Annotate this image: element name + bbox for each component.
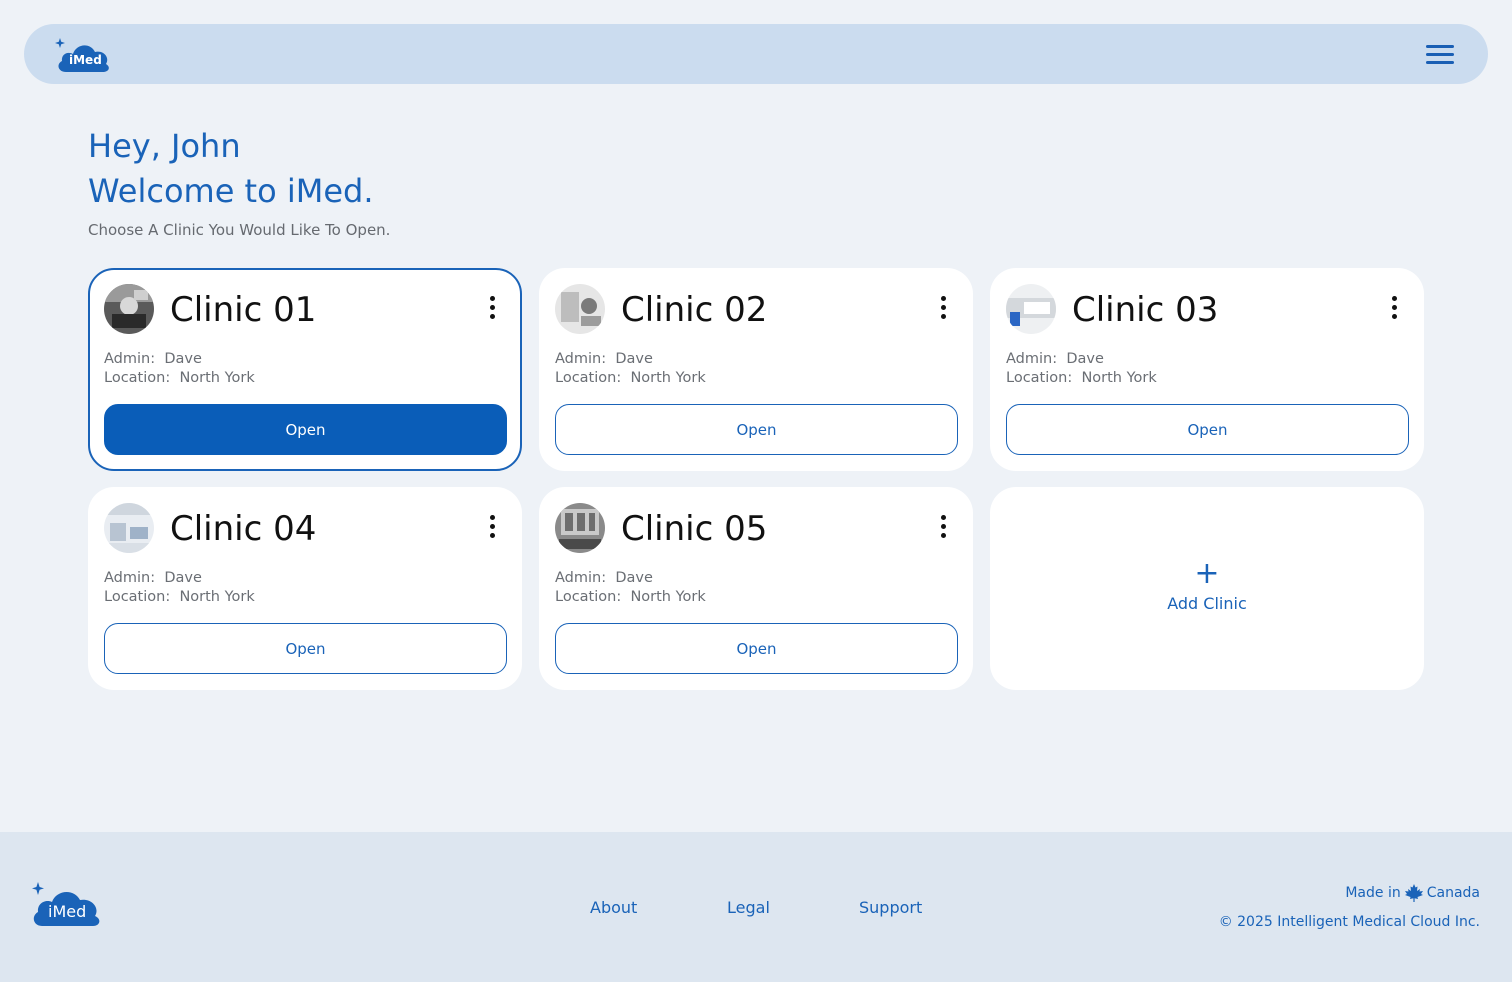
- location-label: Location:: [555, 370, 622, 386]
- location-value: North York: [1081, 370, 1157, 386]
- made-in-canada: Made in Canada: [1345, 884, 1480, 902]
- clinic-meta: Admin: Dave Location: North York: [555, 569, 706, 607]
- clinic-meta: Admin: Dave Location: North York: [1006, 350, 1157, 388]
- hamburger-menu-icon[interactable]: [1426, 42, 1456, 66]
- clinic-avatar: [104, 503, 154, 553]
- clinic-avatar: [555, 503, 605, 553]
- location-value: North York: [179, 370, 255, 386]
- clinic-card-01[interactable]: Clinic 01 Admin: Dave Location: North Yo…: [88, 268, 522, 471]
- top-header: iMed: [24, 24, 1488, 84]
- more-options-icon[interactable]: [931, 515, 955, 543]
- admin-value: Dave: [164, 351, 202, 367]
- open-clinic-button[interactable]: Open: [104, 404, 507, 455]
- clinic-name: Clinic 03: [1072, 290, 1219, 330]
- legal-link[interactable]: Legal: [727, 898, 770, 917]
- about-link[interactable]: About: [590, 898, 637, 917]
- more-options-icon[interactable]: [1382, 296, 1406, 324]
- greeting-line-1: Hey, John: [88, 127, 241, 165]
- location-label: Location:: [104, 370, 171, 386]
- clinic-meta: Admin: Dave Location: North York: [555, 350, 706, 388]
- open-clinic-button[interactable]: Open: [555, 623, 958, 674]
- admin-value: Dave: [164, 570, 202, 586]
- admin-value: Dave: [615, 351, 653, 367]
- maple-leaf-icon: [1404, 884, 1423, 902]
- admin-label: Admin:: [555, 351, 607, 367]
- admin-value: Dave: [1066, 351, 1104, 367]
- open-clinic-button[interactable]: Open: [1006, 404, 1409, 455]
- add-clinic-label[interactable]: Add Clinic: [990, 594, 1424, 613]
- clinic-name: Clinic 04: [170, 509, 317, 549]
- greeting-line-2: Welcome to iMed.: [88, 172, 374, 210]
- open-clinic-button[interactable]: Open: [104, 623, 507, 674]
- location-value: North York: [630, 589, 706, 605]
- made-in-prefix: Made in: [1345, 885, 1401, 901]
- clinic-name: Clinic 01: [170, 290, 317, 330]
- more-options-icon[interactable]: [480, 296, 504, 324]
- made-in-country: Canada: [1426, 885, 1480, 901]
- page-subtitle: Choose A Clinic You Would Like To Open.: [88, 221, 391, 239]
- page-footer: iMed About Legal Support Made in Canada …: [0, 832, 1512, 982]
- clinic-avatar: [555, 284, 605, 334]
- location-label: Location:: [104, 589, 171, 605]
- admin-label: Admin:: [1006, 351, 1058, 367]
- location-value: North York: [179, 589, 255, 605]
- open-clinic-button[interactable]: Open: [555, 404, 958, 455]
- clinic-name: Clinic 02: [621, 290, 768, 330]
- clinic-avatar: [104, 284, 154, 334]
- clinic-meta: Admin: Dave Location: North York: [104, 569, 255, 607]
- admin-value: Dave: [615, 570, 653, 586]
- plus-icon[interactable]: +: [990, 559, 1424, 589]
- clinic-card-04[interactable]: Clinic 04 Admin: Dave Location: North Yo…: [88, 487, 522, 690]
- clinic-meta: Admin: Dave Location: North York: [104, 350, 255, 388]
- location-value: North York: [630, 370, 706, 386]
- logo-text: iMed: [69, 53, 102, 67]
- admin-label: Admin:: [104, 351, 156, 367]
- clinic-name: Clinic 05: [621, 509, 768, 549]
- greeting-heading: Hey, John Welcome to iMed.: [88, 124, 374, 214]
- clinic-card-05[interactable]: Clinic 05 Admin: Dave Location: North Yo…: [539, 487, 973, 690]
- admin-label: Admin:: [555, 570, 607, 586]
- location-label: Location:: [555, 589, 622, 605]
- more-options-icon[interactable]: [931, 296, 955, 324]
- logo-text: iMed: [48, 902, 87, 921]
- clinic-card-03[interactable]: Clinic 03 Admin: Dave Location: North Yo…: [990, 268, 1424, 471]
- support-link[interactable]: Support: [859, 898, 922, 917]
- more-options-icon[interactable]: [480, 515, 504, 543]
- admin-label: Admin:: [104, 570, 156, 586]
- clinic-avatar: [1006, 284, 1056, 334]
- location-label: Location:: [1006, 370, 1073, 386]
- add-clinic-card[interactable]: + Add Clinic: [990, 487, 1424, 690]
- copyright-text: © 2025 Intelligent Medical Cloud Inc.: [1218, 914, 1480, 930]
- clinic-card-02[interactable]: Clinic 02 Admin: Dave Location: North Yo…: [539, 268, 973, 471]
